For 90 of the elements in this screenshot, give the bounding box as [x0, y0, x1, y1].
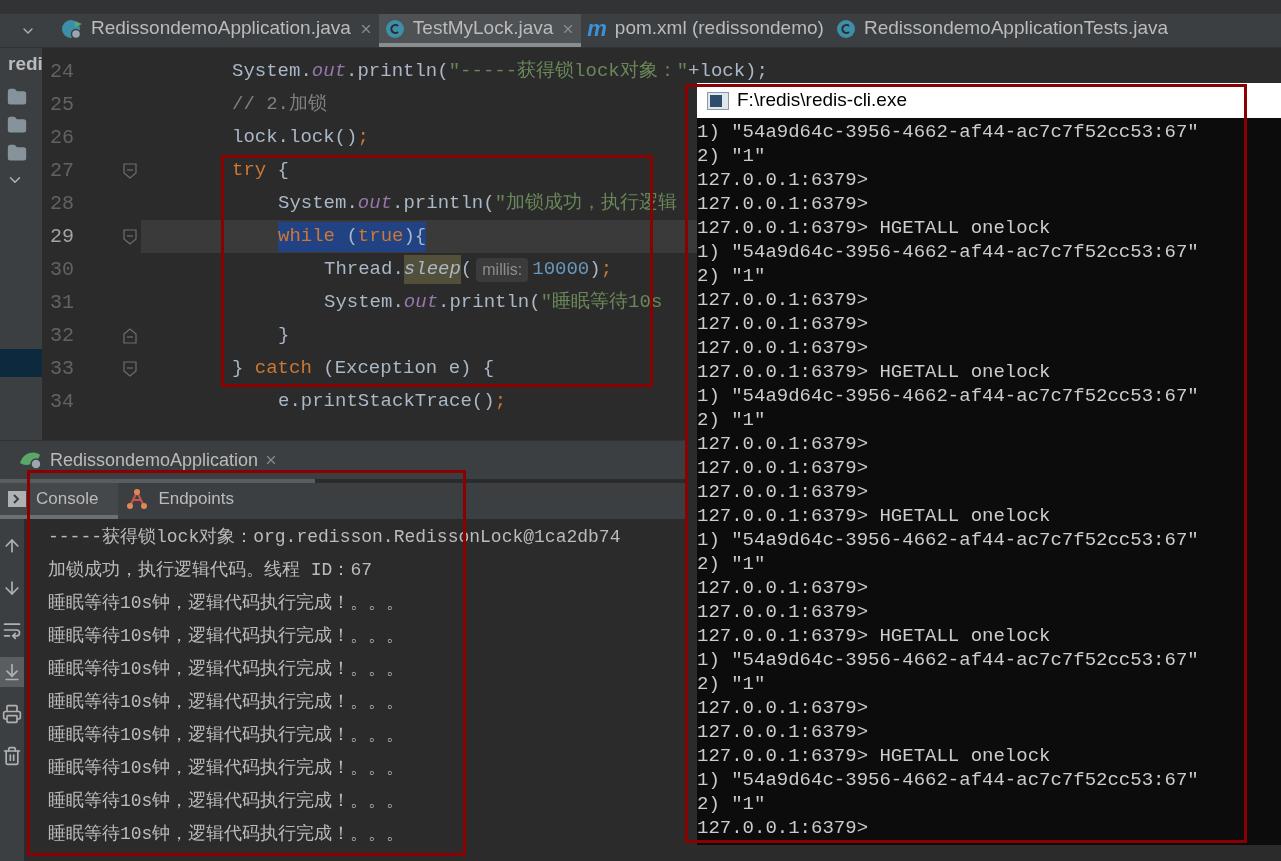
soft-wrap-icon[interactable] [2, 620, 22, 640]
code-line: try { [231, 158, 291, 184]
tab-label: pom.xml (redissondemo) [614, 16, 824, 41]
terminal-line: 2) "1" [697, 792, 767, 816]
terminal-line: 127.0.0.1:6379> [697, 336, 870, 360]
editor-tab[interactable]: m pom.xml (redissondemo) [581, 14, 830, 47]
line-number: 34 [49, 388, 75, 415]
project-title: redi [7, 52, 42, 76]
fold-marker-icon[interactable] [122, 360, 137, 377]
line-number: 28 [49, 190, 75, 217]
maven-icon: m [587, 17, 607, 40]
console-window-icon [707, 91, 729, 110]
console-line: 睡眠等待10s钟，逻辑代码执行完成！。。。 [48, 823, 406, 846]
terminal-line: 1) "54a9d64c-3956-4662-af44-ac7c7f52cc53:67" [697, 528, 1200, 552]
print-icon[interactable] [2, 704, 22, 724]
folder-icon[interactable] [6, 86, 28, 107]
line-number: 32 [49, 322, 75, 349]
line-number: 33 [49, 355, 75, 382]
terminal-line: 1) "54a9d64c-3956-4662-af44-ac7c7f52cc53:67" [697, 120, 1200, 144]
terminal-line: 127.0.0.1:6379> [697, 192, 870, 216]
line-number: 27 [49, 157, 75, 184]
fold-marker-icon[interactable] [122, 327, 137, 344]
terminal-line: 2) "1" [697, 264, 767, 288]
console-line: 睡眠等待10s钟，逻辑代码执行完成！。。。 [48, 592, 406, 615]
run-subtab[interactable]: Endpoints [118, 483, 254, 519]
terminal-line: 127.0.0.1:6379> [697, 456, 870, 480]
endpoints-icon [126, 488, 149, 510]
console-line: 加锁成功，执行逻辑代码。线程 ID：67 [48, 559, 373, 582]
terminal-line: 2) "1" [697, 144, 767, 168]
terminal-line: 127.0.0.1:6379> [697, 432, 870, 456]
line-number: 31 [49, 289, 75, 316]
fold-marker-icon[interactable] [122, 228, 137, 245]
terminal-line: 127.0.0.1:6379> [697, 288, 870, 312]
tab-label: RedissondemoApplication.java [91, 16, 351, 41]
terminal-line: 1) "54a9d64c-3956-4662-af44-ac7c7f52cc53:67" [697, 384, 1200, 408]
class-icon [384, 18, 405, 39]
terminal-line: 127.0.0.1:6379> HGETALL onelock [697, 624, 1052, 648]
terminal-line: 127.0.0.1:6379> [697, 720, 870, 744]
console-line: 睡眠等待10s钟，逻辑代码执行完成！。。。 [48, 757, 406, 780]
terminal-line: 1) "54a9d64c-3956-4662-af44-ac7c7f52cc53:67" [697, 768, 1200, 792]
trash-icon[interactable] [2, 746, 22, 766]
terminal-line: 127.0.0.1:6379> [697, 600, 870, 624]
tab-label: RedissondemoApplicationTests.java [863, 16, 1169, 41]
editor-tab[interactable]: RedissondemoApplicationTests.java [829, 14, 1175, 47]
console-line: 睡眠等待10s钟，逻辑代码执行完成！。。。 [48, 790, 406, 813]
tab-label: TestMyLock.java [412, 16, 554, 41]
console-line: 睡眠等待10s钟，逻辑代码执行完成！。。。 [48, 724, 406, 747]
subtab-label: Endpoints [158, 488, 234, 511]
terminal-line: 2) "1" [697, 408, 767, 432]
terminal-line: 127.0.0.1:6379> [697, 816, 870, 840]
code-line: Thread.sleep( millis: 10000); [141, 253, 697, 286]
folder-icon[interactable] [6, 142, 28, 163]
terminal-line: 2) "1" [697, 672, 767, 696]
terminal-line: 127.0.0.1:6379> [697, 168, 870, 192]
terminal-line: 1) "54a9d64c-3956-4662-af44-ac7c7f52cc53:67" [697, 648, 1200, 672]
terminal-line: 1) "54a9d64c-3956-4662-af44-ac7c7f52cc53:67" [697, 240, 1200, 264]
code-line: lock.lock(); [231, 125, 370, 151]
terminal-line: 127.0.0.1:6379> [697, 480, 870, 504]
line-number: 25 [49, 91, 75, 118]
line-number: 24 [49, 58, 75, 85]
console-icon [8, 491, 26, 507]
line-number: 26 [49, 124, 75, 151]
window-title: F:\redis\redis-cli.exe [737, 88, 907, 113]
terminal-line: 127.0.0.1:6379> [697, 696, 870, 720]
line-number: 29 [49, 223, 75, 250]
console-line: 睡眠等待10s钟，逻辑代码执行完成！。。。 [48, 625, 406, 648]
terminal-line: 127.0.0.1:6379> [697, 312, 870, 336]
terminal-line: 127.0.0.1:6379> HGETALL onelock [697, 216, 1052, 240]
scroll-to-end-icon[interactable] [2, 662, 22, 682]
code-line: System.out.println("-----获得锁lock对象："+lock); [231, 59, 768, 85]
folder-icon[interactable] [6, 114, 28, 135]
console-line: 睡眠等待10s钟，逻辑代码执行完成！。。。 [48, 691, 406, 714]
code-line: } [277, 323, 291, 349]
line-number: 30 [49, 256, 75, 283]
terminal-line: 127.0.0.1:6379> [697, 576, 870, 600]
class-icon [835, 18, 856, 39]
spring-class-icon [61, 17, 83, 40]
editor-tab[interactable]: TestMyLock.java [378, 14, 582, 47]
console-line: 睡眠等待10s钟，逻辑代码执行完成！。。。 [48, 658, 406, 681]
run-subtab[interactable]: Console [0, 483, 119, 519]
editor-tab[interactable]: RedissondemoApplication.java [55, 14, 379, 47]
terminal-line: 127.0.0.1:6379> HGETALL onelock [697, 744, 1052, 768]
code-line: } catch (Exception e) { [231, 356, 496, 382]
subtab-label: Console [36, 488, 99, 511]
code-line: // 2.加锁 [231, 92, 328, 118]
terminal-line: 127.0.0.1:6379> HGETALL onelock [697, 360, 1052, 384]
fold-marker-icon[interactable] [122, 162, 137, 179]
code-line: e.printStackTrace(); [277, 389, 508, 415]
terminal-line: 127.0.0.1:6379> HGETALL onelock [697, 504, 1052, 528]
terminal-line: 2) "1" [697, 552, 767, 576]
